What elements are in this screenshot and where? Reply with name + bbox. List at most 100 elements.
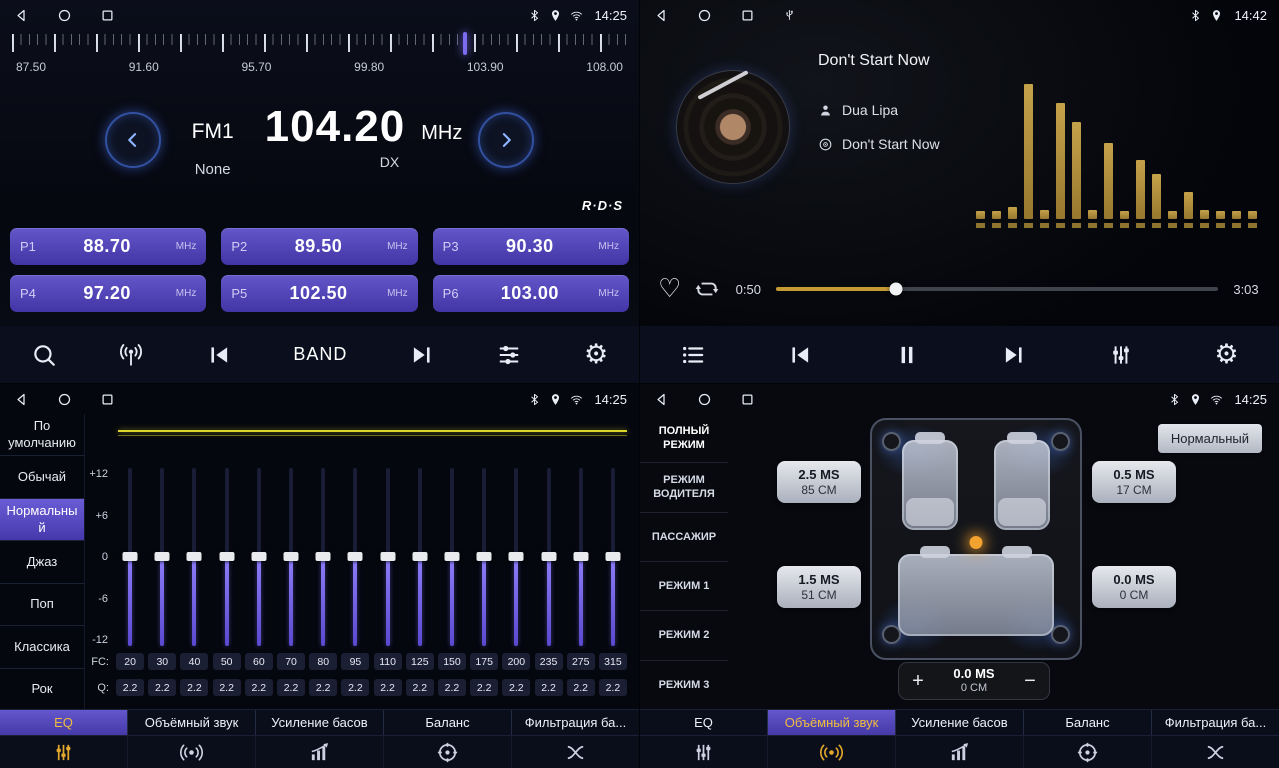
preset-button[interactable]: P3 90.30 MHz — [433, 228, 629, 265]
eq-band-slider[interactable] — [178, 468, 210, 646]
audio-tab[interactable]: Усиление басов — [256, 710, 384, 735]
back-button[interactable] — [654, 8, 669, 23]
recents-button[interactable] — [740, 8, 755, 23]
slider-handle[interactable] — [477, 552, 492, 561]
prev-station-button[interactable] — [206, 342, 232, 368]
broadcast-button[interactable] — [118, 342, 144, 368]
tab-bass[interactable] — [896, 736, 1024, 768]
tab-filter[interactable] — [512, 736, 639, 768]
eq-preset-item[interactable]: Поп — [0, 584, 84, 626]
delay-front-left[interactable]: 2.5 MS 85 CM — [777, 461, 861, 503]
eq-band-slider[interactable] — [243, 468, 275, 646]
slider-handle[interactable] — [605, 552, 620, 561]
surround-mode-item[interactable]: РЕЖИМ 3 — [640, 661, 728, 710]
delay-front-right[interactable]: 0.5 MS 17 CM — [1092, 461, 1176, 503]
prev-track-button[interactable] — [787, 342, 813, 368]
progress-slider[interactable] — [776, 287, 1218, 291]
slider-handle[interactable] — [541, 552, 556, 561]
eq-shortcut-button[interactable] — [496, 342, 522, 368]
eq-band-slider[interactable] — [404, 468, 436, 646]
profile-button[interactable]: Нормальный — [1158, 424, 1262, 453]
eq-band-slider[interactable] — [565, 468, 597, 646]
audio-tab[interactable]: EQ — [0, 710, 128, 735]
favorite-button[interactable]: ♡ — [658, 276, 681, 302]
back-button[interactable] — [14, 8, 29, 23]
audio-tab[interactable]: Фильтрация ба... — [512, 710, 639, 735]
slider-handle[interactable] — [509, 552, 524, 561]
recents-button[interactable] — [100, 8, 115, 23]
delay-rear-left[interactable]: 1.5 MS 51 CM — [777, 566, 861, 608]
preset-button[interactable]: P6 103.00 MHz — [433, 275, 629, 312]
eq-band-slider[interactable] — [211, 468, 243, 646]
tune-down-button[interactable] — [105, 112, 161, 168]
eq-band-slider[interactable] — [500, 468, 532, 646]
eq-preset-item[interactable]: Нормальный — [0, 499, 84, 541]
next-track-button[interactable] — [1001, 342, 1027, 368]
settings-button[interactable]: ⚙ — [1214, 341, 1238, 368]
eq-band-slider[interactable] — [436, 468, 468, 646]
slider-handle[interactable] — [412, 552, 427, 561]
tab-balance[interactable] — [384, 736, 512, 768]
eq-band-slider[interactable] — [468, 468, 500, 646]
tab-bass[interactable] — [256, 736, 384, 768]
tab-eq[interactable] — [0, 736, 128, 768]
eq-preset-item[interactable]: Рок — [0, 669, 84, 710]
delay-rear-right[interactable]: 0.0 MS 0 CM — [1092, 566, 1176, 608]
band-button[interactable]: BAND — [293, 344, 347, 365]
surround-mode-item[interactable]: ПОЛНЫЙ РЕЖИМ — [640, 414, 728, 463]
eq-band-slider[interactable] — [372, 468, 404, 646]
eq-band-slider[interactable] — [275, 468, 307, 646]
back-button[interactable] — [654, 392, 669, 407]
home-button[interactable] — [697, 8, 712, 23]
slider-handle[interactable] — [284, 552, 299, 561]
eq-preset-item[interactable]: Обычай — [0, 456, 84, 498]
audio-tab[interactable]: Объёмный звук — [128, 710, 256, 735]
slider-handle[interactable] — [348, 552, 363, 561]
next-station-button[interactable] — [409, 342, 435, 368]
audio-tab[interactable]: EQ — [640, 710, 768, 735]
surround-mode-item[interactable]: РЕЖИМ 2 — [640, 611, 728, 660]
pause-button[interactable] — [894, 342, 920, 368]
eq-band-slider[interactable] — [339, 468, 371, 646]
frequency-scale[interactable]: 87.5091.6095.7099.80103.90108.00 — [8, 32, 631, 82]
repeat-button[interactable] — [694, 276, 720, 302]
scan-button[interactable] — [31, 342, 57, 368]
surround-mode-item[interactable]: РЕЖИМ 1 — [640, 562, 728, 611]
delay-minus-button[interactable]: − — [1011, 663, 1049, 699]
listening-position-dot[interactable] — [970, 536, 983, 549]
tab-filter[interactable] — [1152, 736, 1279, 768]
slider-handle[interactable] — [444, 552, 459, 561]
slider-handle[interactable] — [380, 552, 395, 561]
tab-eq[interactable] — [640, 736, 768, 768]
eq-band-slider[interactable] — [307, 468, 339, 646]
recents-button[interactable] — [100, 392, 115, 407]
preset-button[interactable]: P2 89.50 MHz — [221, 228, 417, 265]
progress-knob[interactable] — [889, 283, 902, 296]
slider-handle[interactable] — [316, 552, 331, 561]
tab-surround[interactable] — [768, 736, 896, 768]
preset-button[interactable]: P4 97.20 MHz — [10, 275, 206, 312]
settings-button[interactable]: ⚙ — [584, 341, 608, 368]
eq-shortcut-button[interactable] — [1108, 342, 1134, 368]
eq-preset-item[interactable]: Классика — [0, 626, 84, 668]
slider-handle[interactable] — [155, 552, 170, 561]
tab-balance[interactable] — [1024, 736, 1152, 768]
back-button[interactable] — [14, 392, 29, 407]
playlist-button[interactable] — [680, 342, 706, 368]
slider-handle[interactable] — [187, 552, 202, 561]
audio-tab[interactable]: Фильтрация ба... — [1152, 710, 1279, 735]
preset-button[interactable]: P5 102.50 MHz — [221, 275, 417, 312]
slider-handle[interactable] — [573, 552, 588, 561]
eq-band-slider[interactable] — [114, 468, 146, 646]
tab-surround[interactable] — [128, 736, 256, 768]
surround-mode-item[interactable]: ПАССАЖИР — [640, 513, 728, 562]
eq-preset-item[interactable]: По умолчанию — [0, 414, 84, 456]
audio-tab[interactable]: Баланс — [1024, 710, 1152, 735]
slider-handle[interactable] — [251, 552, 266, 561]
audio-tab[interactable]: Баланс — [384, 710, 512, 735]
home-button[interactable] — [697, 392, 712, 407]
surround-mode-item[interactable]: РЕЖИМ ВОДИТЕЛЯ — [640, 463, 728, 512]
recents-button[interactable] — [740, 392, 755, 407]
eq-preset-item[interactable]: Джаз — [0, 541, 84, 583]
tune-up-button[interactable] — [478, 112, 534, 168]
